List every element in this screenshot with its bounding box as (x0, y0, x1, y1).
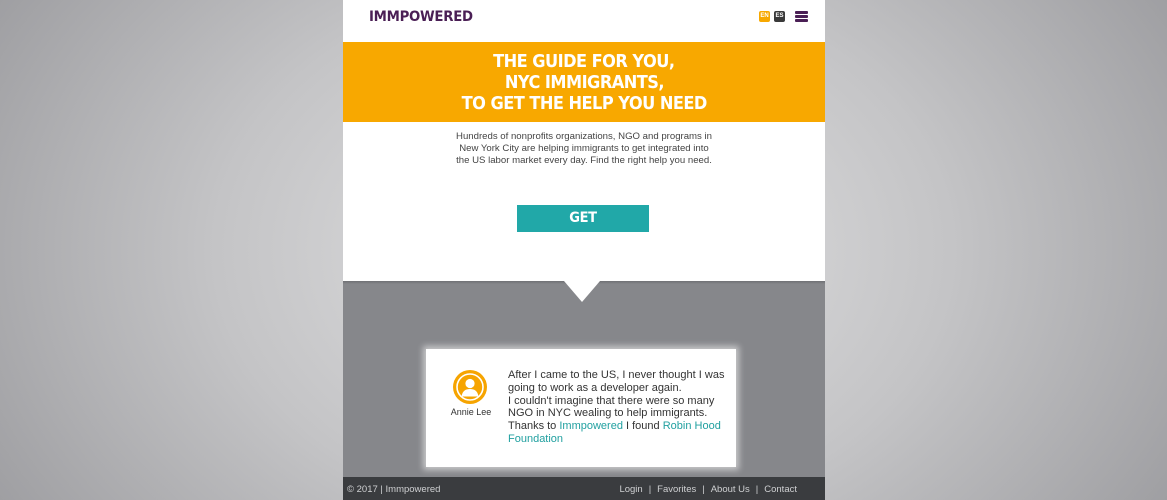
get-immpowered-button[interactable]: GET IMMPOWERED (517, 205, 649, 253)
language-es-button[interactable]: ES (774, 11, 785, 22)
intro-text: Hundreds of nonprofits organizations, NG… (456, 131, 712, 166)
logo[interactable]: IMMPOWERED (369, 9, 473, 25)
footer-separator: | (755, 484, 759, 495)
hero-banner: THE GUIDE FOR YOU, NYC IMMIGRANTS, TO GE… (343, 42, 825, 122)
footer-favorites-link[interactable]: Favorites (657, 484, 696, 495)
testimonial-quote: After I came to the US, I never thought … (508, 369, 730, 446)
footer-nav: Login | Favorites | About Us | Contact (619, 484, 797, 495)
page-frame: IMMPOWERED EN ES THE GUIDE FOR YOU, NYC … (343, 0, 825, 500)
footer-about-link[interactable]: About Us (711, 484, 750, 495)
testimonial-card: Annie Lee After I came to the US, I neve… (426, 349, 736, 467)
intro-panel: Hundreds of nonprofits organizations, NG… (343, 122, 825, 281)
immpowered-link[interactable]: Immpowered (559, 420, 623, 432)
thanks-prefix: Thanks to (508, 420, 557, 433)
quote-line: After I came to the US, I never thought … (508, 369, 725, 394)
footer-separator: | (648, 484, 652, 495)
footer-separator: | (702, 484, 705, 495)
quote-line: I couldn't imagine that there were so ma… (508, 394, 715, 420)
cta-label: GET IMMPOWERED (532, 210, 634, 253)
language-en-button[interactable]: EN (759, 11, 770, 22)
panel-pointer-arrow (564, 281, 600, 302)
user-avatar-icon (453, 370, 487, 404)
hamburger-menu-icon[interactable] (795, 11, 808, 22)
site-header: IMMPOWERED EN ES (343, 0, 825, 42)
hero-title-line: NYC IMMIGRANTS, (504, 71, 664, 93)
copyright-text: © 2017 | Immpowered (347, 484, 441, 495)
hero-title-line: TO GET THE HELP YOU NEED (461, 92, 707, 114)
footer-contact-link[interactable]: Contact (764, 484, 797, 495)
site-footer: © 2017 | Immpowered Login | Favorites | Abou… (343, 477, 825, 500)
hero-title-line: THE GUIDE FOR YOU, (493, 50, 675, 72)
footer-login-link[interactable]: Login (619, 484, 642, 495)
testimonial-author: Annie Lee (450, 407, 492, 417)
thanks-middle: I found (626, 420, 660, 433)
quote-thanks-line: Thanks to Immpowered I found Robin Hood … (508, 420, 730, 446)
